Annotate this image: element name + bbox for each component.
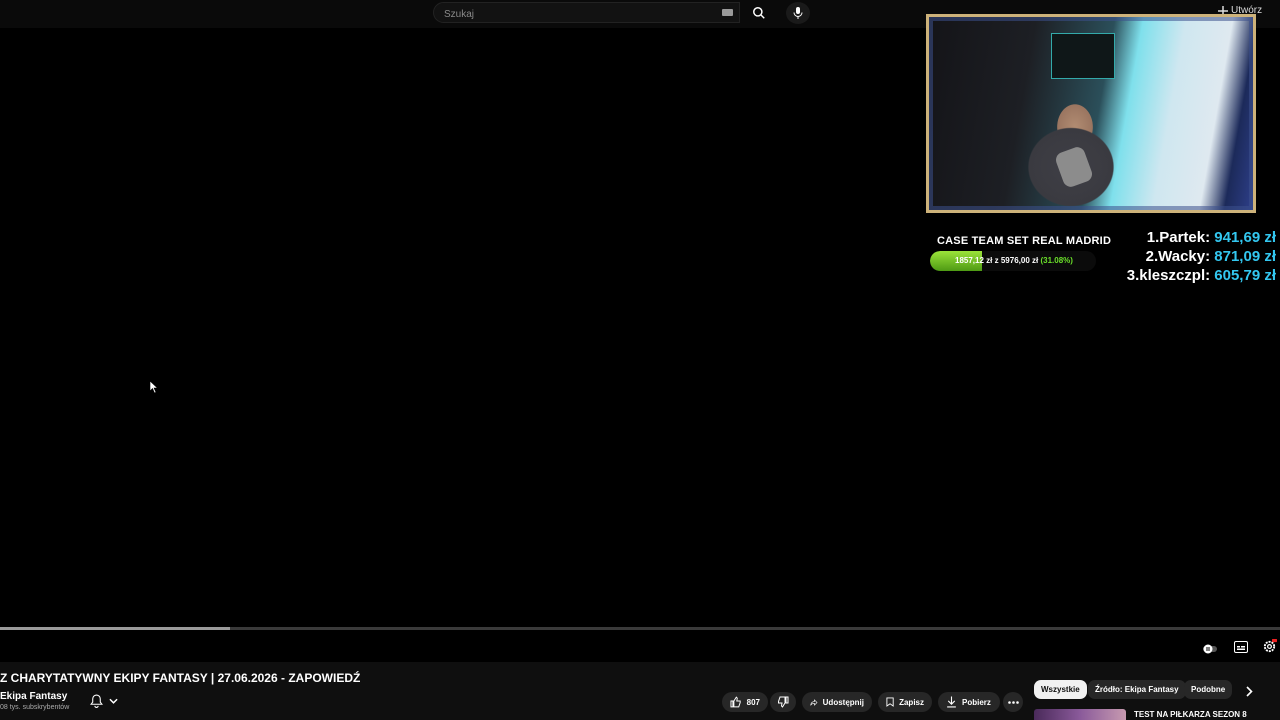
streamer-webcam <box>926 14 1256 213</box>
chip-source[interactable]: Źródło: Ekipa Fantasy <box>1088 680 1186 699</box>
video-progress-bar[interactable] <box>0 627 1280 630</box>
dislike-button[interactable] <box>770 692 796 712</box>
donor-name: 2.Wacky: <box>1145 248 1211 265</box>
download-button[interactable]: Pobierz <box>938 692 1000 712</box>
more-actions-button[interactable] <box>1003 692 1023 712</box>
save-label: Zapisz <box>899 697 924 707</box>
dislike-icon <box>778 696 789 708</box>
webcam-shelf <box>1051 33 1115 79</box>
goal-percent: (31.08%) <box>1040 256 1073 265</box>
search-button[interactable] <box>742 2 776 23</box>
chevron-down-icon <box>109 698 118 704</box>
autoplay-icon <box>1203 644 1217 654</box>
goal-target: 5976,00 zł <box>1000 256 1039 265</box>
subtitles-icon <box>1234 641 1248 653</box>
goal-progress-bar: 1857,12 zł z 5976,00 zł (31.08%) <box>930 251 1096 271</box>
settings-icon <box>1263 639 1277 653</box>
more-icon <box>1007 700 1019 704</box>
suggested-thumbnail[interactable] <box>1034 709 1126 720</box>
share-button[interactable]: Udostępnij <box>802 692 872 712</box>
subscriber-count: 08 tys. subskrybentów <box>0 704 70 711</box>
goal-current: 1857,12 zł <box>955 256 993 265</box>
like-icon <box>730 696 741 708</box>
like-count: 807 <box>746 697 760 707</box>
mouse-cursor <box>150 381 158 394</box>
leaderboard-row: 1.Partek: 941,69 zł <box>1100 228 1276 247</box>
search-box[interactable] <box>433 2 740 23</box>
leaderboard-row: 2.Wacky: 871,09 zł <box>1100 247 1276 266</box>
download-label: Pobierz <box>962 697 991 707</box>
goal-separator: z <box>994 256 999 265</box>
suggested-title[interactable]: TEST NA PIŁKARZA SEZON 8 <box>1134 710 1247 719</box>
voice-search-button[interactable] <box>786 2 810 24</box>
webcam-microphone <box>1053 144 1095 190</box>
donor-amount: 941,69 zł <box>1214 229 1276 246</box>
share-label: Udostępnij <box>822 697 864 707</box>
chip-all[interactable]: Wszystkie <box>1034 680 1087 699</box>
chip-related[interactable]: Podobne <box>1184 680 1233 699</box>
like-button[interactable]: 807 <box>722 692 768 712</box>
save-button[interactable]: Zapisz <box>878 692 932 712</box>
suggested-video[interactable]: TEST NA PIŁKARZA SEZON 8 <box>1034 709 1280 720</box>
goal-progress-text: 1857,12 zł z 5976,00 zł (31.08%) <box>930 256 1096 265</box>
donor-leaderboard: 1.Partek: 941,69 zł 2.Wacky: 871,09 zł 3… <box>1100 228 1276 285</box>
donor-name: 1.Partek: <box>1146 229 1211 246</box>
share-icon <box>810 698 818 706</box>
download-icon <box>947 696 956 708</box>
mic-icon <box>793 7 803 19</box>
bell-icon <box>90 694 103 708</box>
leaderboard-row: 3.kleszczpl: 605,79 zł <box>1100 266 1276 285</box>
player-controls <box>0 632 1280 662</box>
goal-title: CASE TEAM SET REAL MADRID <box>937 235 1112 247</box>
chips-next-button[interactable] <box>1245 684 1253 702</box>
autoplay-toggle[interactable] <box>1203 641 1217 659</box>
donor-name: 3.kleszczpl: <box>1126 267 1211 284</box>
search-input[interactable] <box>442 6 716 22</box>
save-icon <box>886 697 894 707</box>
video-progress-played <box>0 627 231 630</box>
channel-name[interactable]: Ekipa Fantasy <box>0 691 67 702</box>
settings-button[interactable] <box>1262 639 1277 659</box>
donor-amount: 605,79 zł <box>1214 267 1276 284</box>
chevron-right-icon <box>1246 686 1253 697</box>
subtitles-button[interactable] <box>1234 640 1248 658</box>
subscribe-notifications-button[interactable] <box>90 694 118 708</box>
search-icon <box>753 6 765 19</box>
keyboard-icon[interactable] <box>722 9 733 16</box>
video-title: Z CHARYTATYWNY EKIPY FANTASY | 27.06.202… <box>0 671 361 685</box>
donor-amount: 871,09 zł <box>1214 248 1276 265</box>
